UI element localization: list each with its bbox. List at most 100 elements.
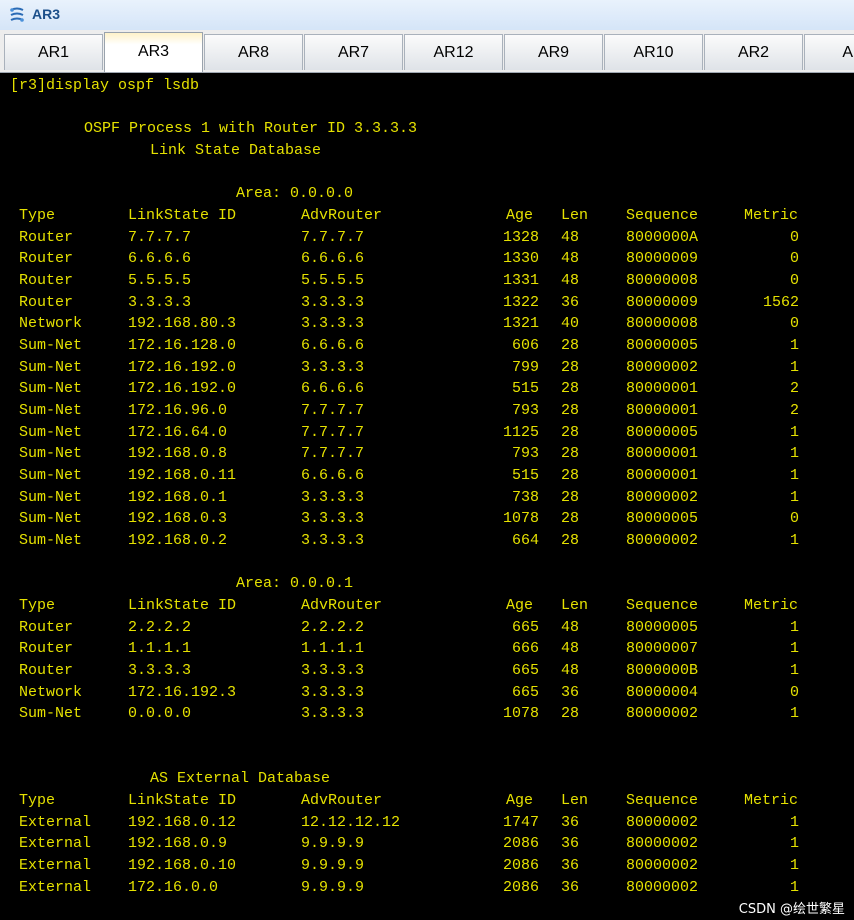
- lsdb-cell: 80000001: [626, 402, 699, 420]
- lsdb-cell: 48: [561, 640, 580, 658]
- lsdb-cell: 1322: [502, 293, 539, 311]
- lsdb-cell: 28: [561, 488, 580, 506]
- lsdb-cell: 48: [561, 250, 580, 268]
- lsdb-cell: 1078: [502, 705, 539, 723]
- lsdb-cell: 793: [511, 402, 539, 420]
- lsdb-cell: 80000007: [626, 640, 699, 658]
- lsdb-cell: 80000009: [626, 250, 699, 268]
- lsdb-cell: 28: [561, 380, 580, 398]
- lsdb-cell: 6.6.6.6: [301, 337, 365, 355]
- lsdb-cell: 172.16.64.0: [128, 423, 228, 441]
- lsdb-cell: Router: [19, 272, 74, 290]
- lsdb-cell: 1078: [502, 510, 539, 528]
- lsdb-cell: 80000001: [626, 467, 699, 485]
- column-header: Metric: [744, 207, 799, 225]
- lsdb-cell: 515: [511, 380, 539, 398]
- lsdb-cell: 3.3.3.3: [301, 683, 365, 701]
- lsdb-cell: 192.168.0.3: [128, 510, 228, 528]
- lsdb-cell: 36: [561, 293, 580, 311]
- device-tab-strip: AR1AR3AR8AR7AR12AR9AR10AR2AR: [0, 30, 854, 73]
- lsdb-cell: Network: [19, 315, 83, 333]
- column-header: Sequence: [626, 597, 699, 615]
- lsdb-cell: 80000004: [626, 683, 699, 701]
- lsdb-cell: 192.168.0.9: [128, 835, 228, 853]
- lsdb-cell: 1321: [502, 315, 539, 333]
- external-db-title: AS External Database: [150, 770, 331, 788]
- lsdb-cell: 0: [789, 228, 799, 246]
- lsdb-cell: 7.7.7.7: [128, 228, 192, 246]
- tab-ar1[interactable]: AR1: [4, 34, 103, 70]
- column-header: Sequence: [626, 207, 699, 225]
- lsdb-cell: 664: [511, 532, 539, 550]
- lsdb-cell: 1: [789, 835, 799, 853]
- lsdb-cell: 80000005: [626, 510, 699, 528]
- column-header: LinkState ID: [128, 597, 237, 615]
- lsdb-cell: 36: [561, 683, 580, 701]
- tab-ar9[interactable]: AR9: [504, 34, 603, 70]
- lsdb-cell: Sum-Net: [19, 510, 83, 528]
- lsdb-cell: 3.3.3.3: [301, 315, 365, 333]
- lsdb-cell: 48: [561, 272, 580, 290]
- lsdb-cell: Network: [19, 683, 83, 701]
- lsdb-cell: 6.6.6.6: [301, 380, 365, 398]
- lsdb-cell: 0: [789, 510, 799, 528]
- lsdb-cell: 666: [511, 640, 539, 658]
- lsdb-cell: 3.3.3.3: [301, 293, 365, 311]
- lsdb-cell: 80000005: [626, 337, 699, 355]
- tab-ar12[interactable]: AR12: [404, 34, 503, 70]
- lsdb-cell: 0: [789, 683, 799, 701]
- lsdb-cell: 80000002: [626, 358, 699, 376]
- column-header: Type: [19, 597, 56, 615]
- lsdb-cell: 80000001: [626, 445, 699, 463]
- lsdb-cell: 606: [511, 337, 539, 355]
- lsdb-cell: 3.3.3.3: [301, 662, 365, 680]
- lsdb-cell: External: [19, 857, 92, 875]
- tab-ar8[interactable]: AR8: [204, 34, 303, 70]
- window-titlebar: AR3: [0, 0, 854, 31]
- lsdb-cell: 28: [561, 337, 580, 355]
- tab-ar3[interactable]: AR3: [104, 32, 203, 72]
- lsdb-cell: 665: [511, 662, 539, 680]
- lsdb-cell: 172.16.96.0: [128, 402, 228, 420]
- tab-ar[interactable]: AR: [804, 34, 854, 70]
- network-device-icon: [10, 7, 24, 22]
- column-header: Age: [506, 792, 534, 810]
- lsdb-cell: Router: [19, 662, 74, 680]
- lsdb-cell: 12.12.12.12: [301, 813, 401, 831]
- lsdb-cell: 0.0.0.0: [128, 705, 192, 723]
- lsdb-cell: 3.3.3.3: [301, 510, 365, 528]
- tab-ar2[interactable]: AR2: [704, 34, 803, 70]
- tab-ar10[interactable]: AR10: [604, 34, 703, 70]
- column-header: AdvRouter: [301, 597, 383, 615]
- lsdb-cell: 36: [561, 813, 580, 831]
- lsdb-cell: 8000000B: [626, 662, 699, 680]
- lsdb-cell: 5.5.5.5: [301, 272, 365, 290]
- lsdb-cell: Router: [19, 228, 74, 246]
- lsdb-cell: 0: [789, 250, 799, 268]
- lsdb-cell: 1: [789, 467, 799, 485]
- tab-ar7[interactable]: AR7: [304, 34, 403, 70]
- lsdb-cell: 1328: [502, 228, 539, 246]
- lsdb-cell: 28: [561, 532, 580, 550]
- lsdb-cell: 665: [511, 683, 539, 701]
- lsdb-cell: 80000001: [626, 380, 699, 398]
- lsdb-cell: 1: [789, 662, 799, 680]
- lsdb-cell: 80000002: [626, 878, 699, 896]
- lsdb-cell: 172.16.128.0: [128, 337, 237, 355]
- lsdb-cell: 36: [561, 857, 580, 875]
- lsdb-cell: 192.168.0.2: [128, 532, 228, 550]
- terminal-output[interactable]: [r3]display ospf lsdb OSPF Process 1 with…: [0, 73, 854, 920]
- lsdb-cell: 1: [789, 705, 799, 723]
- lsdb-cell: 1: [789, 618, 799, 636]
- lsdb-cell: Sum-Net: [19, 423, 83, 441]
- lsdb-cell: 1: [789, 488, 799, 506]
- lsdb-cell: Router: [19, 293, 74, 311]
- column-header: Metric: [744, 597, 799, 615]
- lsdb-cell: 8000000A: [626, 228, 699, 246]
- lsdb-cell: 1330: [502, 250, 539, 268]
- lsdb-cell: 48: [561, 228, 580, 246]
- lsdb-cell: Router: [19, 618, 74, 636]
- column-header: LinkState ID: [128, 792, 237, 810]
- column-header: Metric: [744, 792, 799, 810]
- lsdb-cell: 1: [789, 813, 799, 831]
